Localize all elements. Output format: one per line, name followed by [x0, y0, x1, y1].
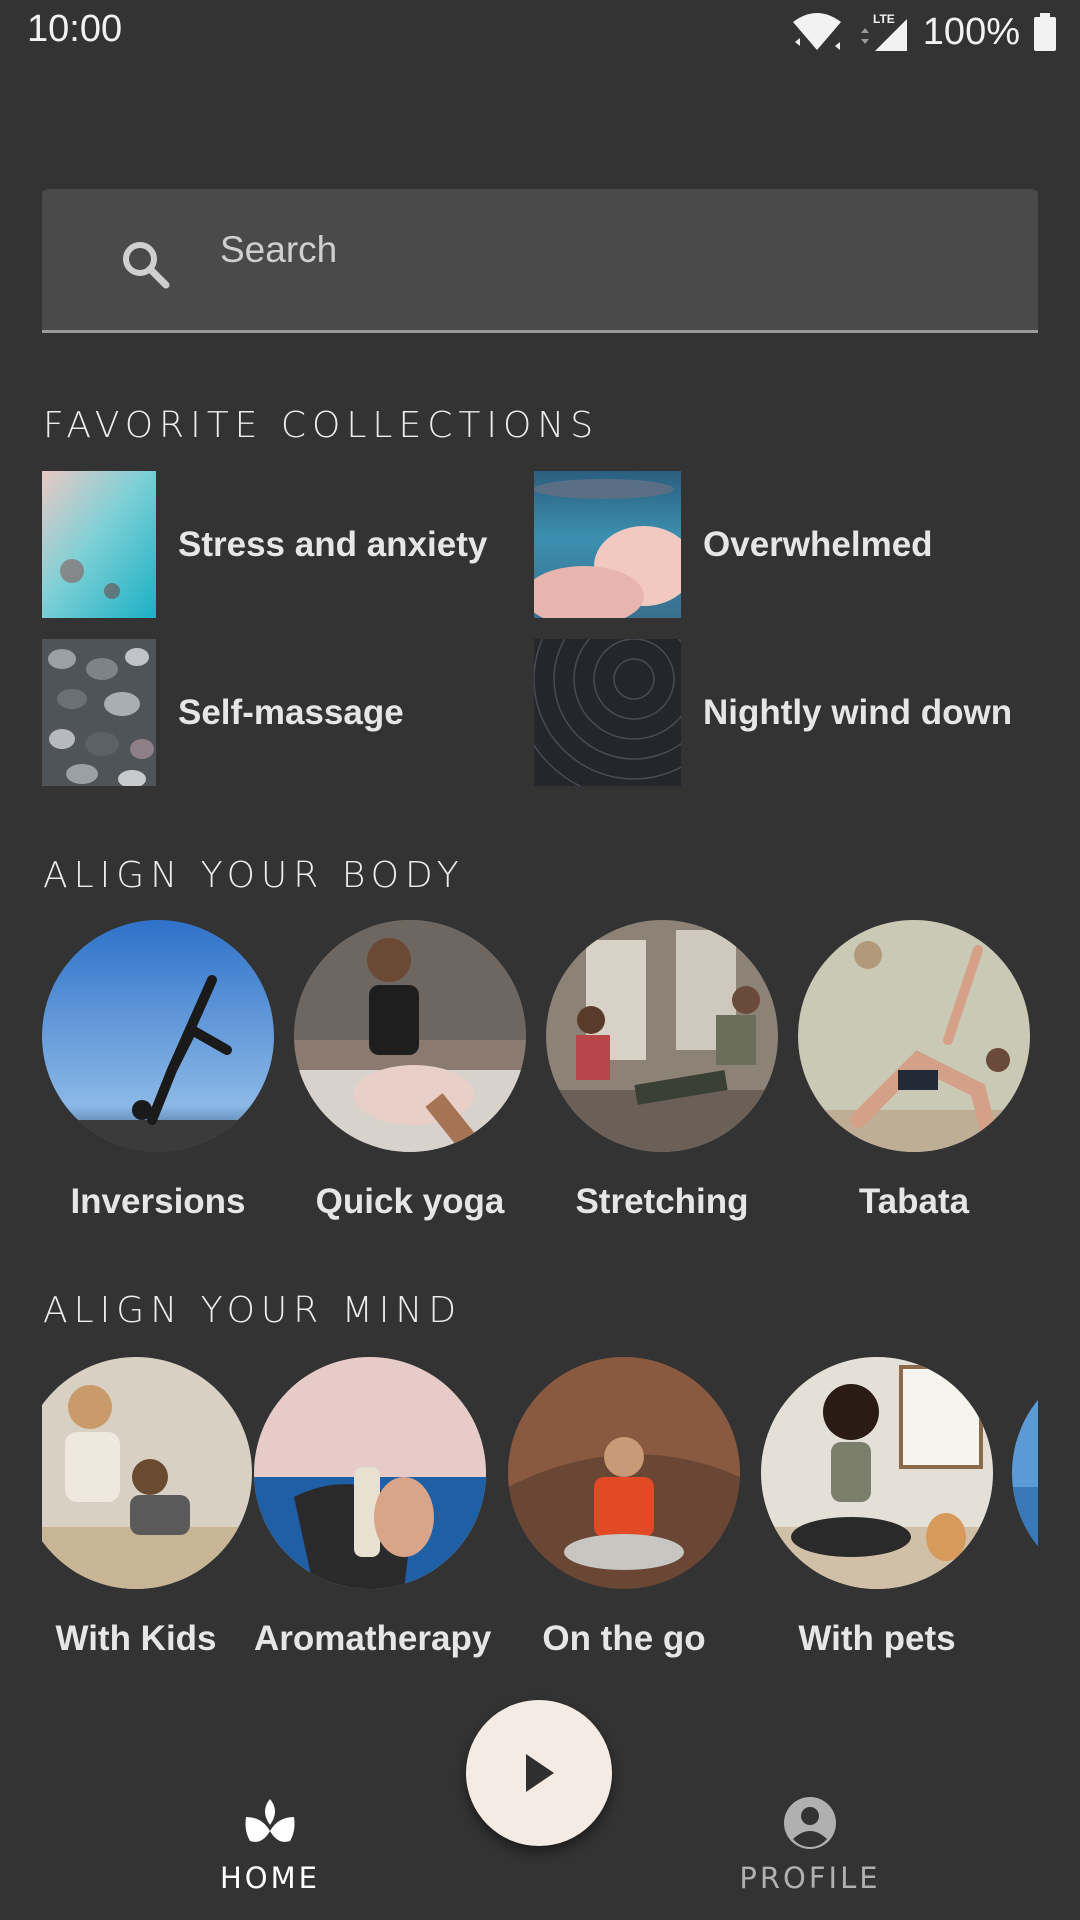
search-placeholder: Search [220, 229, 338, 270]
body-item-tabata[interactable]: Tabata [798, 920, 1030, 1222]
body-section-title: ALIGN YOUR BODY [43, 855, 465, 896]
body-item-quick-yoga[interactable]: Quick yoga [294, 920, 526, 1222]
wifi-icon [792, 13, 841, 50]
nav-profile-label: PROFILE [739, 1861, 881, 1895]
favorite-stress-and-anxiety[interactable]: Stress and anxiety [42, 471, 487, 618]
favorite-label: Stress and anxiety [178, 524, 488, 564]
play-icon [526, 1754, 554, 1792]
mind-section-title: ALIGN YOUR MIND [43, 1290, 463, 1331]
cell-signal-icon: LTE [860, 12, 907, 51]
favorite-self-massage[interactable]: Self-massage [42, 639, 404, 786]
favorite-thumbnail [534, 471, 681, 618]
mind-item-label: On the go [542, 1619, 706, 1658]
mind-item-label: With Kids [55, 1619, 217, 1658]
mind-item-partial[interactable] [1012, 1357, 1038, 1593]
mind-item-label: With pets [798, 1619, 956, 1658]
favorites-title: FAVORITE COLLECTIONS [43, 405, 600, 446]
nav-profile[interactable]: PROFILE [710, 1795, 910, 1895]
status-icons: LTE 100% [791, 10, 1056, 54]
favorite-overwhelmed[interactable]: Overwhelmed [534, 471, 933, 618]
quick-yoga-image [294, 920, 526, 1157]
mind-item-with-kids[interactable]: With Kids [42, 1357, 252, 1659]
body-item-label: Inversions [70, 1182, 246, 1221]
favorite-label: Overwhelmed [703, 524, 933, 564]
body-item-stretching[interactable]: Stretching [546, 920, 778, 1222]
body-item-inversions[interactable]: Inversions [42, 920, 274, 1222]
mind-item-label: Aromatherapy [254, 1619, 492, 1658]
with-pets-image [761, 1357, 993, 1589]
inversions-image [42, 920, 274, 1152]
play-button[interactable] [466, 1700, 612, 1846]
mind-carousel[interactable]: With Kids Aromatherapy On the go With pe… [42, 1357, 1038, 1677]
body-item-label: Stretching [575, 1182, 749, 1221]
lte-label: LTE [873, 12, 895, 26]
partial-item-image [1012, 1357, 1038, 1589]
stretching-image [546, 920, 778, 1152]
battery-percent: 100% [922, 10, 1020, 53]
status-time: 10:00 [27, 8, 123, 50]
tabata-image [798, 920, 1030, 1152]
lotus-icon [245, 1799, 295, 1842]
with-kids-image [42, 1357, 252, 1589]
mind-item-with-pets[interactable]: With pets [761, 1357, 993, 1659]
search-input[interactable]: Search [42, 189, 1038, 333]
body-item-label: Quick yoga [315, 1182, 505, 1221]
body-item-label: Tabata [858, 1182, 970, 1221]
battery-icon [1034, 13, 1056, 51]
nav-home-label: HOME [220, 1861, 320, 1895]
favorite-label: Self-massage [178, 692, 404, 732]
favorite-thumbnail [42, 471, 156, 618]
search-icon [123, 242, 170, 289]
nav-home[interactable]: HOME [170, 1795, 370, 1895]
profile-icon [784, 1797, 836, 1849]
favorite-label: Nightly wind down [703, 692, 1013, 732]
status-bar: 10:00 LTE 100% [0, 0, 1080, 62]
mind-item-on-the-go[interactable]: On the go [508, 1357, 740, 1659]
favorite-thumbnail [42, 639, 156, 786]
aromatherapy-image [254, 1357, 486, 1589]
on-the-go-image [508, 1357, 740, 1589]
mind-item-aromatherapy[interactable]: Aromatherapy [254, 1357, 492, 1659]
favorite-nightly-wind-down[interactable]: Nightly wind down [534, 639, 1012, 786]
favorite-thumbnail [534, 639, 681, 786]
